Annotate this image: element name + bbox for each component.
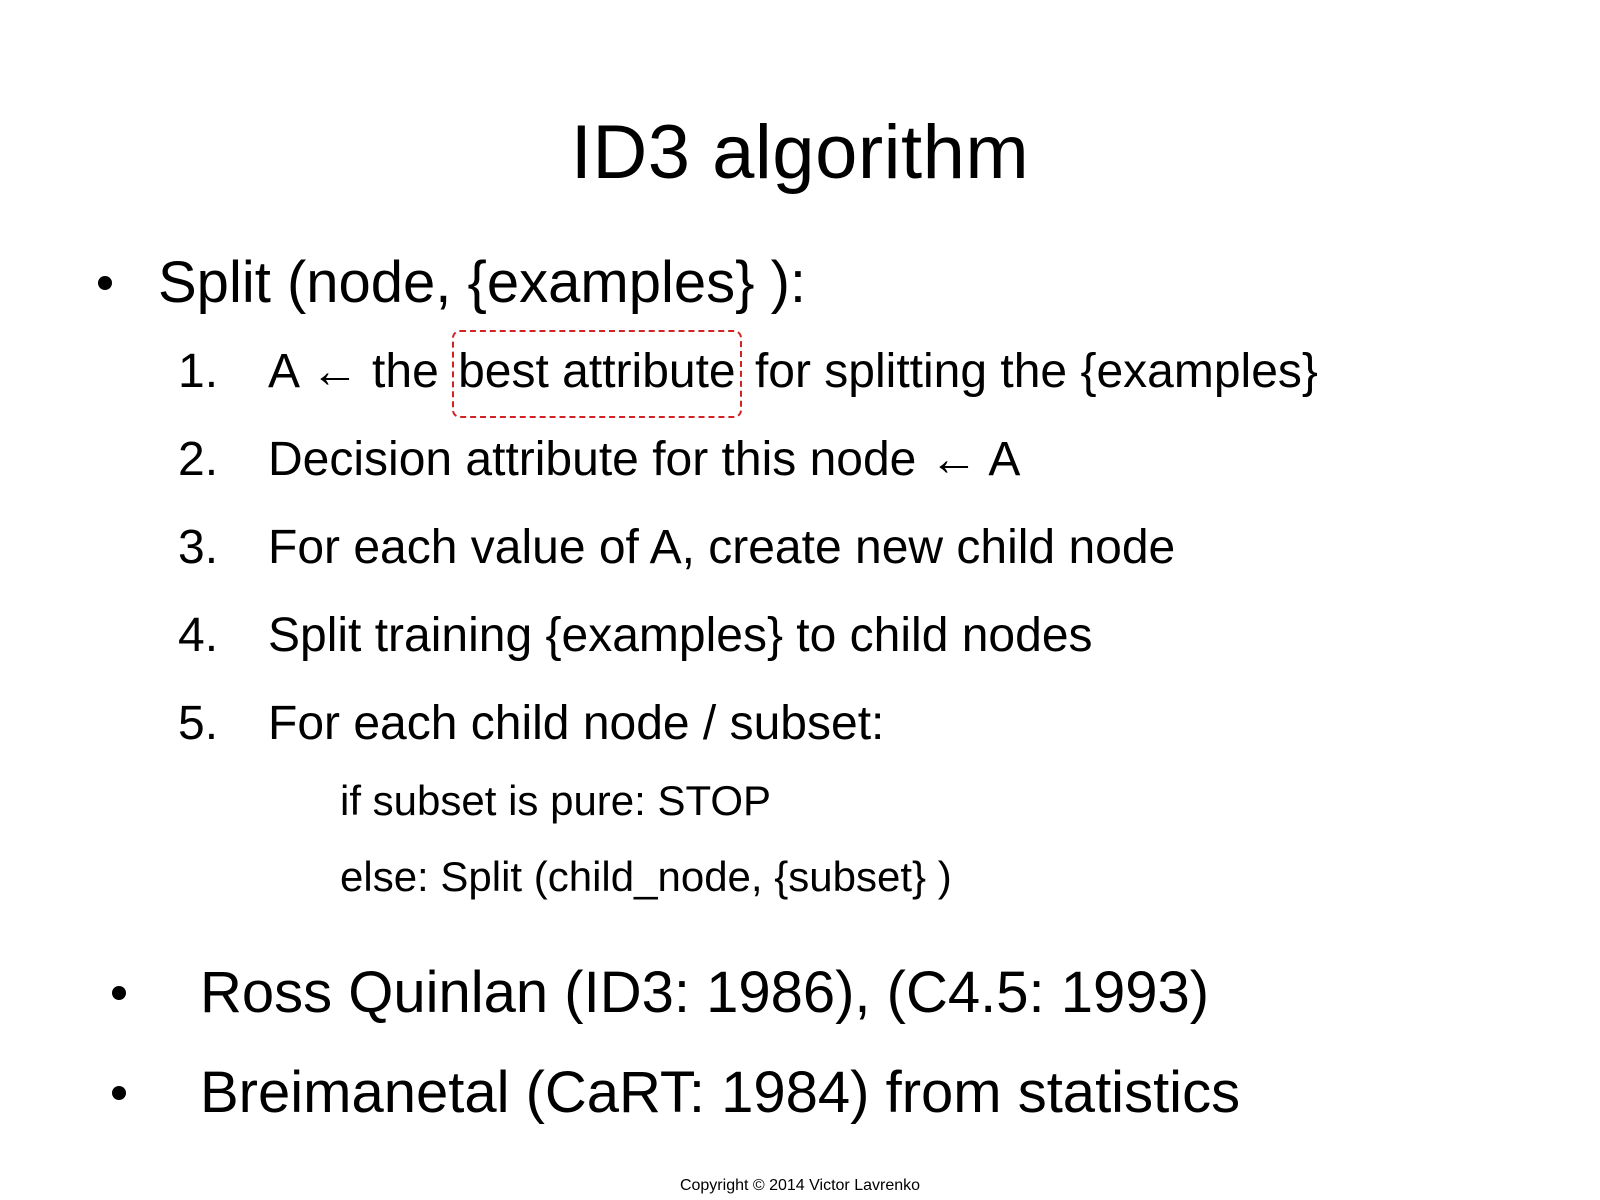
main-bullet-text: Split (node, {examples} ): xyxy=(158,250,807,315)
step-text-2: Decision attribute for this node ← A xyxy=(268,433,1021,486)
step-number-1: 1. xyxy=(178,345,219,398)
step-1-after: for splitting the {examples} xyxy=(754,345,1318,398)
step-number-2: 2. xyxy=(178,433,219,486)
step-text-4: Split training {examples} to child nodes xyxy=(268,609,1093,662)
step-1-before: A ← the xyxy=(268,345,439,398)
slide-title: ID3 algorithm xyxy=(570,110,1030,195)
bullet-icon xyxy=(98,276,112,290)
bullet-icon xyxy=(112,986,126,1000)
step-number-4: 4. xyxy=(178,609,219,662)
step-text-3: For each value of A, create new child no… xyxy=(268,521,1176,574)
bullet-ross-quinlan: Ross Quinlan (ID3: 1986), (C4.5: 1993) xyxy=(200,960,1210,1025)
slide: ID3 algorithm Split (node, {examples} ):… xyxy=(0,0,1600,1200)
highlight-best-attribute: best attribute xyxy=(452,330,742,419)
bullet-breiman: Breimanetal (CaRT: 1984) from statistics xyxy=(200,1060,1241,1125)
substep-pure-stop: if subset is pure: STOP xyxy=(340,777,772,824)
substep-else-split: else: Split (child_node, {subset} ) xyxy=(340,853,952,900)
step-text-5: For each child node / subset: xyxy=(268,697,885,750)
bullet-icon xyxy=(112,1086,126,1100)
step-number-3: 3. xyxy=(178,521,219,574)
copyright-notice: Copyright © 2014 Victor Lavrenko xyxy=(679,1177,921,1194)
step-text-1: A ← the best attribute for splitting the… xyxy=(268,330,1318,419)
step-number-5: 5. xyxy=(178,697,219,750)
